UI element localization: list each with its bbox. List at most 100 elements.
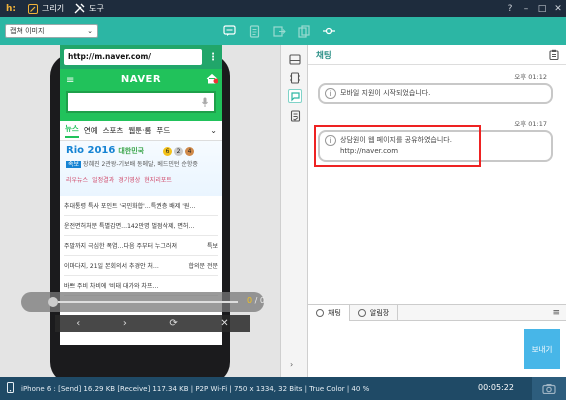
- naver-search-input[interactable]: [66, 91, 216, 113]
- message-time: 오후 01:17: [514, 120, 547, 128]
- system-message: i 모바일 지원이 시작되었습니다.: [318, 83, 553, 104]
- page-counter: 0 / 0: [247, 296, 265, 305]
- slider-track[interactable]: [58, 301, 238, 303]
- bronze-medal-count: 4: [185, 147, 194, 156]
- tab-food[interactable]: 푸드: [156, 125, 170, 136]
- document-icon[interactable]: [247, 24, 261, 38]
- playback-slider[interactable]: 0 / 0: [21, 292, 265, 312]
- previous-icon[interactable]: ‹: [76, 318, 80, 329]
- microphone-icon[interactable]: [202, 97, 208, 110]
- naver-logo[interactable]: NAVER: [60, 74, 222, 85]
- chat-bubble-icon[interactable]: [222, 24, 236, 38]
- close-button[interactable]: ✕: [550, 0, 566, 17]
- tab-notice[interactable]: 알림장: [350, 304, 399, 321]
- menu-draw[interactable]: 그리기: [28, 3, 64, 14]
- title-bar: h: 그리기 도구 ? – □ ✕: [0, 0, 566, 17]
- tab-news[interactable]: 뉴스: [65, 123, 79, 138]
- list-item[interactable]: 주말까지 극심한 폭염…다음 주부터 누그러져 특보: [64, 236, 218, 256]
- drive-icon[interactable]: [288, 52, 302, 66]
- copy-icon[interactable]: [297, 24, 311, 38]
- chevron-down-icon: ⌄: [87, 27, 93, 35]
- tab-notice-label: 알림장: [369, 308, 390, 317]
- export-icon[interactable]: [272, 24, 286, 38]
- capture-select-value: 캡쳐 이미지: [10, 27, 45, 35]
- chat-tabs: 채팅 알림장 ≡: [308, 304, 566, 321]
- news-title: 이마다지, 21일 본회의서 추경안 처…: [64, 263, 159, 270]
- send-button[interactable]: 보내기: [524, 329, 560, 369]
- link-icon[interactable]: [322, 24, 336, 38]
- info-icon: i: [325, 88, 336, 99]
- device-icon[interactable]: [288, 71, 302, 85]
- list-item[interactable]: 운전면허처분 특별감면…142만명 벌점삭제, 면허…: [64, 216, 218, 236]
- home-icon[interactable]: [206, 73, 219, 86]
- rio-country: 대한민국: [118, 147, 145, 155]
- news-tag: 합의문 전문: [188, 263, 218, 270]
- highlight-box: [314, 125, 481, 167]
- memo-icon[interactable]: [288, 109, 302, 123]
- chevron-right-icon[interactable]: ›: [290, 360, 293, 369]
- refresh-icon[interactable]: ⟳: [169, 318, 177, 329]
- rio-headline-text: 장혜진 2관왕-기보배 동메달, 베드민턴 순항중: [83, 161, 198, 168]
- window-controls: ? – □ ✕: [502, 0, 566, 17]
- menu-draw-label: 그리기: [42, 4, 65, 13]
- rio-link[interactable]: 일정결과: [92, 175, 114, 184]
- message-time: 오후 01:12: [514, 73, 547, 81]
- more-vertical-icon[interactable]: ⋮: [208, 52, 218, 63]
- list-item[interactable]: 추대통령 특사 포인트 '국민화합'…특권층 배제 '원…: [64, 196, 218, 216]
- news-list: 추대통령 특사 포인트 '국민화합'…특권층 배제 '원… 운전면허처분 특별감…: [60, 196, 222, 296]
- close-icon[interactable]: ✕: [220, 318, 228, 329]
- chat-title: 채팅: [316, 50, 332, 61]
- rio-links: 리우뉴스 일정결과 경기영상 현지리포트: [66, 175, 216, 184]
- list-item[interactable]: 이마다지, 21일 본회의서 추경안 처… 합의문 전문: [64, 256, 218, 276]
- url-field[interactable]: http://m.naver.com/: [64, 49, 202, 65]
- news-title: 추대통령 특사 포인트 '국민화합'…특권층 배제 '원…: [64, 203, 196, 210]
- rio-link[interactable]: 경기영상: [118, 175, 140, 184]
- next-icon[interactable]: ›: [123, 318, 127, 329]
- app-logo: h:: [5, 3, 16, 14]
- rio-link[interactable]: 현지리포트: [144, 175, 172, 184]
- camera-icon[interactable]: [532, 377, 566, 400]
- menu-tools[interactable]: 도구: [74, 3, 104, 14]
- slider-handle[interactable]: [48, 297, 58, 307]
- chat-header: 채팅: [308, 45, 566, 65]
- rio-link[interactable]: 리우뉴스: [66, 175, 88, 184]
- toolbar: 캡쳐 이미지 ⌄: [0, 17, 566, 45]
- maximize-button[interactable]: □: [534, 0, 550, 17]
- news-title: 바쁘 주비 차비에 '비태 대가와 차프…: [64, 283, 159, 290]
- pencil-icon: [28, 3, 38, 14]
- chat-panel-icon[interactable]: [288, 89, 302, 103]
- menu-icon[interactable]: ≡: [552, 308, 560, 318]
- toolbar-icons: [222, 24, 336, 38]
- news-title: 주말까지 극심한 폭염…다음 주부터 누그러져: [64, 243, 177, 250]
- rio-banner[interactable]: Rio 2016 대한민국 6 2 4 속보 장혜진 2관왕-기보배 동메달, 베드…: [60, 141, 222, 196]
- side-toolbar: ›: [280, 45, 308, 377]
- phone-icon: [7, 382, 14, 395]
- tab-webtoon[interactable]: 웹툰·롬: [128, 125, 151, 136]
- news-title: 운전면허처분 특별감면…142만명 벌점삭제, 면허…: [64, 223, 195, 230]
- session-timer: 00:05:22: [478, 383, 514, 392]
- page-total: 0: [259, 296, 265, 305]
- browser-url-bar: http://m.naver.com/ ⋮: [60, 45, 222, 69]
- help-button[interactable]: ?: [502, 0, 518, 17]
- tools-icon: [74, 3, 85, 14]
- tab-chat[interactable]: 채팅: [308, 304, 350, 321]
- tab-sports[interactable]: 스포츠: [103, 125, 124, 136]
- naver-nav-tabs: 뉴스 연예 스포츠 웹툰·롬 푸드 ⌄: [60, 121, 222, 141]
- clipboard-icon[interactable]: [549, 49, 559, 63]
- rio-title-text: Rio 2016: [66, 145, 116, 156]
- tab-chat-label: 채팅: [328, 308, 341, 317]
- news-tag: 특보: [206, 243, 218, 250]
- gold-medal-count: 6: [163, 147, 172, 156]
- rio-headline: 속보 장혜진 2관왕-기보배 동메달, 베드민턴 순항중: [66, 159, 216, 168]
- chevron-down-icon[interactable]: ⌄: [210, 126, 217, 135]
- capture-controls: ‹ › ⟳ ✕: [55, 315, 250, 332]
- minimize-button[interactable]: –: [518, 0, 534, 17]
- capture-select[interactable]: 캡쳐 이미지 ⌄: [5, 24, 98, 38]
- breaking-badge: 속보: [66, 161, 82, 168]
- chat-panel: 채팅 오후 01:12 i 모바일 지원이 시작되었습니다. 오후 01:17 …: [308, 45, 566, 377]
- silver-medal-count: 2: [174, 147, 183, 156]
- chat-input[interactable]: 보내기: [308, 321, 566, 377]
- naver-header: ≡ NAVER: [60, 69, 222, 121]
- tab-entertainment[interactable]: 연예: [84, 125, 98, 136]
- message-text: 모바일 지원이 시작되었습니다.: [340, 89, 431, 97]
